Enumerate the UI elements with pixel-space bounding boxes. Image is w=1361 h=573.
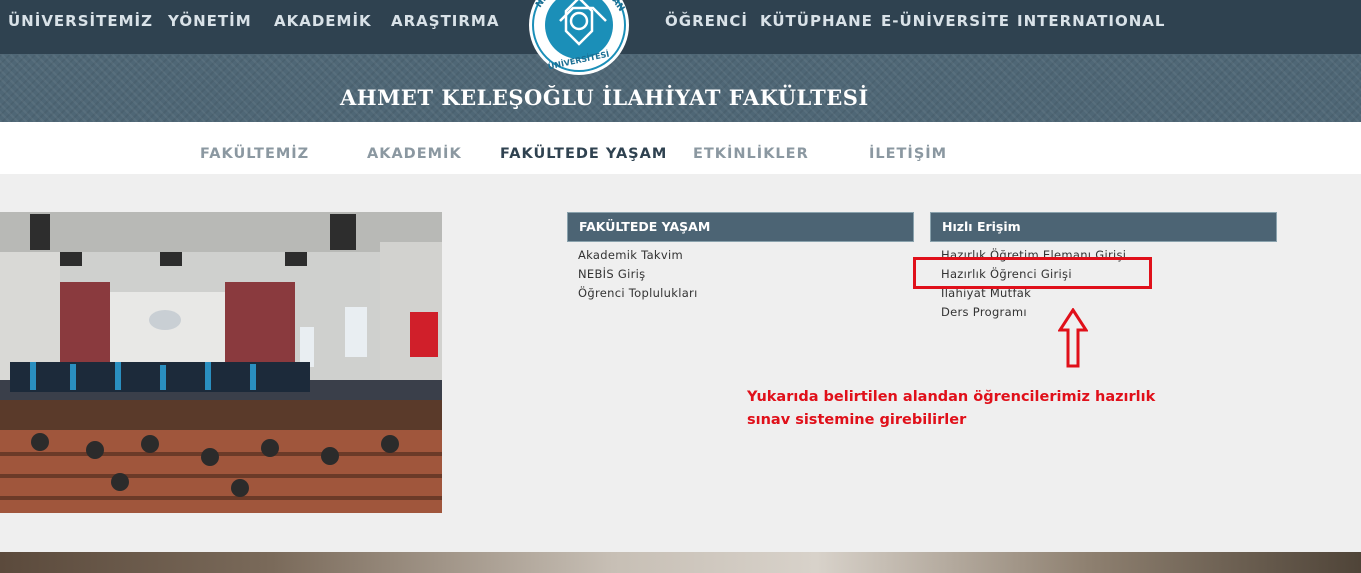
subnav-item-iletisim[interactable]: İLETİŞİM [869,146,947,162]
subnav-item-fakultemiz[interactable]: FAKÜLTEMİZ [200,146,309,162]
panel-header-fakultede-yasam: FAKÜLTEDE YAŞAM [567,212,914,242]
graduation-ceremony-photo [0,212,442,513]
subnav-item-akademik[interactable]: AKADEMİK [367,146,462,162]
faculty-title: AHMET KELEŞOĞLU İLAHİYAT FAKÜLTESİ [340,85,869,110]
topnav-item-yonetim[interactable]: YÖNETİM [168,12,252,30]
link-ogrenci-topluluklari[interactable]: Öğrenci Toplulukları [578,286,698,300]
link-nebis-giris[interactable]: NEBİS Giriş [578,267,645,281]
bottom-image-strip [0,552,1361,573]
panel-header-hizli-erisim: Hızlı Erişim [930,212,1277,242]
annotation-line-1: Yukarıda belirtilen alandan öğrencilerim… [747,389,1156,405]
subnav-item-etkinlikler[interactable]: ETKİNLİKLER [693,146,809,162]
topnav-item-ogrenci[interactable]: ÖĞRENCİ [665,12,748,30]
link-akademik-takvim[interactable]: Akademik Takvim [578,248,683,262]
subnav-item-fakultede-yasam[interactable]: FAKÜLTEDE YAŞAM [500,146,667,162]
topnav-item-arastirma[interactable]: ARAŞTIRMA [391,12,499,30]
annotation-line-2: sınav sistemine girebilirler [747,412,967,428]
topnav-item-kutuphane[interactable]: KÜTÜPHANE [760,12,873,30]
university-logo[interactable]: NE AN ÜNİVERSİTESİ [520,0,638,76]
topnav-item-international[interactable]: INTERNATIONAL [1017,12,1165,30]
topnav-item-akademik[interactable]: AKADEMİK [274,12,372,30]
highlight-box [913,257,1152,289]
active-menu-caret [570,167,586,174]
link-ders-programi[interactable]: Ders Programı [941,305,1027,319]
annotation-note: Yukarıda belirtilen alandan öğrencilerim… [747,386,1155,432]
topnav-item-e-universite[interactable]: E-ÜNİVERSİTE [881,12,1010,30]
up-arrow-icon [1058,308,1088,368]
topnav-item-universitemiz[interactable]: ÜNİVERSİTEMİZ [8,12,153,30]
